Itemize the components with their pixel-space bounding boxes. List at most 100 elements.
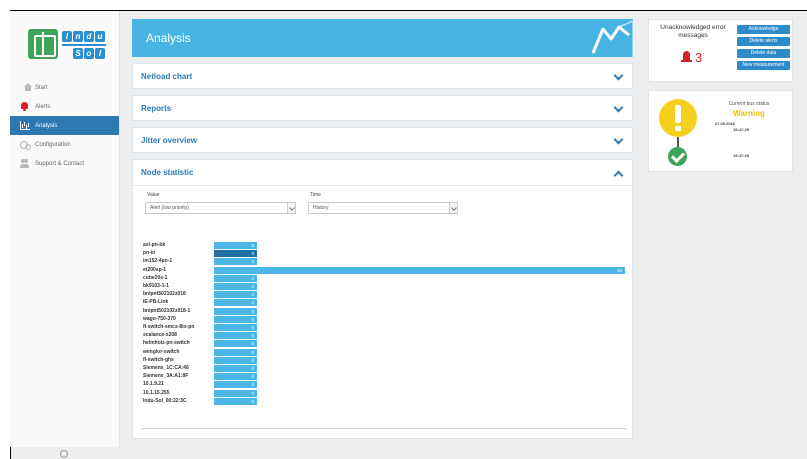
panel-header[interactable]: Node statistic: [133, 160, 632, 186]
new-measurement-button[interactable]: New measurement: [737, 61, 790, 70]
delete-data-button[interactable]: Delete data: [737, 49, 790, 58]
chart-row: IE-PB-Link 0: [141, 299, 627, 307]
chart-category-label: Indu-Sol_00:22:3C: [143, 397, 187, 404]
chart-category-label: fl-switch-smcs-8tx-pn: [143, 324, 195, 330]
chart-bar[interactable]: 0: [214, 291, 257, 299]
logo-mark-icon: [28, 29, 58, 59]
chart-bar[interactable]: 0: [214, 397, 257, 405]
chart-row: bk9103-1-1 0: [141, 283, 627, 290]
chart-value-label: 0: [251, 284, 254, 289]
sidebar-item-start[interactable]: Start: [10, 78, 119, 97]
chart-row: wago-750-370 0: [141, 315, 627, 323]
chart-category-label: helmholz-pn-switch: [143, 340, 190, 347]
chart-row: axl-pn-bk 0: [141, 242, 627, 249]
sidebar-item-label: Alerts: [35, 103, 51, 110]
chevron-down-icon[interactable]: [613, 134, 624, 145]
page-header: Analysis: [132, 19, 633, 57]
chart-bar[interactable]: 0: [214, 373, 257, 381]
value-label: Value: [147, 192, 160, 198]
chart-value-label: 0: [251, 308, 254, 314]
chart-bar[interactable]: 0: [214, 258, 257, 266]
chart-value-label: 0: [251, 292, 254, 298]
header-logo-watermark: [591, 20, 633, 57]
chart-bar[interactable]: 16: [214, 266, 625, 274]
chart-bar[interactable]: 0: [214, 299, 257, 307]
chevron-down-icon[interactable]: [613, 70, 624, 81]
panel-title: Netload chart: [141, 72, 193, 81]
bus-status-date: 27.05.2016: [715, 121, 736, 126]
chart-value-label: 0: [251, 357, 254, 363]
chart-bar[interactable]: 0: [214, 307, 257, 315]
chart-bar[interactable]: 0: [214, 389, 257, 397]
gear-icon: [20, 140, 31, 150]
panel-jitter-overview[interactable]: Jitter overview: [132, 127, 633, 153]
sidebar: Indu Sol Start Alerts Analysis Configura…: [10, 11, 120, 447]
chart-category-label: wago-750-370: [143, 315, 176, 322]
chart-value-label: 0: [251, 275, 254, 281]
delete-alerts-button[interactable]: Delete alerts: [737, 37, 790, 46]
acknowledge-button[interactable]: Acknowledge: [737, 25, 790, 34]
chart-category-label: axl-pn-bk: [143, 242, 166, 248]
chart-bar[interactable]: 0: [214, 274, 257, 282]
chart-bar[interactable]: 0: [214, 250, 257, 258]
chart-bar[interactable]: 0: [214, 356, 257, 364]
bus-status-panel: Current bus status Warning 27.05.2016 15…: [648, 90, 793, 172]
chart-category-label: wenglor-switch: [143, 348, 180, 355]
chart-bar[interactable]: 0: [214, 242, 257, 249]
chart-value-label: 0: [251, 243, 254, 248]
chart-bar[interactable]: 0: [214, 315, 257, 323]
sidebar-item-analysis[interactable]: Analysis: [10, 116, 119, 135]
chart-value-label: 0: [251, 382, 254, 388]
panel-netload-chart[interactable]: Netload chart: [132, 63, 633, 89]
sidebar-nav: Start Alerts Analysis Configuration Supp…: [10, 78, 119, 173]
chart-bar[interactable]: 0: [214, 348, 257, 356]
chart-row: im152-4pn-1 0: [141, 258, 627, 266]
chart-value-label: 0: [251, 390, 254, 396]
sidebar-item-alerts[interactable]: Alerts: [10, 97, 119, 116]
chart-value-label: 0: [251, 251, 254, 257]
chevron-down-icon[interactable]: [613, 102, 624, 113]
bus-status-time: 15:47:29: [733, 153, 750, 158]
chart-bar[interactable]: 0: [214, 365, 257, 372]
bus-status-state: Warning: [733, 109, 765, 118]
time-select[interactable]: History: [308, 202, 458, 214]
language-selector[interactable]: [60, 450, 68, 458]
chart-row: bnipnt502102z018-1 0: [141, 307, 627, 315]
bus-status-label: Current bus status: [728, 101, 770, 107]
chart-row: et200sp-1 16: [141, 266, 627, 274]
chart-row: pn-io 0: [141, 250, 627, 258]
chart-row: wenglor-switch 0: [141, 348, 627, 356]
chart-row: cube20s-1 0: [141, 274, 627, 282]
chart-bar[interactable]: 0: [214, 332, 257, 340]
chart-category-label: im152-4pn-1: [143, 258, 173, 265]
panel-title: Reports: [141, 104, 172, 113]
chart-value-label: 0: [251, 398, 254, 404]
chart-bar[interactable]: 0: [214, 381, 257, 389]
chart-bar[interactable]: 0: [214, 324, 257, 331]
chart-category-label: et200sp-1: [143, 266, 167, 273]
chart-category-label: 10.1.9.21: [143, 381, 164, 388]
chevron-up-icon[interactable]: [613, 170, 624, 181]
time-select-text: History: [313, 205, 329, 211]
alarm-bell-icon: [681, 51, 692, 64]
check-ok-icon: [668, 147, 687, 166]
chart-row: Indu-Sol_00:22:3C 0: [141, 397, 627, 405]
sidebar-item-configuration[interactable]: Configuration: [10, 135, 119, 154]
value-select[interactable]: Alert (low priority): [145, 202, 296, 214]
chart-category-label: IE-PB-Link: [143, 299, 169, 306]
chart-value-label: 0: [251, 325, 254, 330]
chart-bar[interactable]: 0: [214, 340, 257, 348]
alarm-title: Unacknowledged error messages: [660, 24, 726, 39]
indu-sol-logo[interactable]: Indu Sol: [28, 29, 108, 59]
chart-category-label: Siemens_1C:CA:46: [143, 365, 189, 371]
chart-icon: [20, 121, 30, 130]
value-select-text: Alert (low priority): [150, 205, 189, 211]
chart-value-label: 0: [251, 374, 254, 380]
chart-bar[interactable]: 0: [214, 283, 257, 290]
panel-reports[interactable]: Reports: [132, 95, 633, 121]
chart-row: 10.1.9.21 0: [141, 381, 627, 389]
sidebar-item-support[interactable]: Support & Contact: [10, 154, 119, 173]
chart-category-label: scalance-x208: [143, 332, 177, 339]
main-content: Analysis Netload chart Reports Jitter ov…: [132, 19, 633, 439]
chart-row: fl-switch-smcs-8tx-pn 0: [141, 324, 627, 331]
